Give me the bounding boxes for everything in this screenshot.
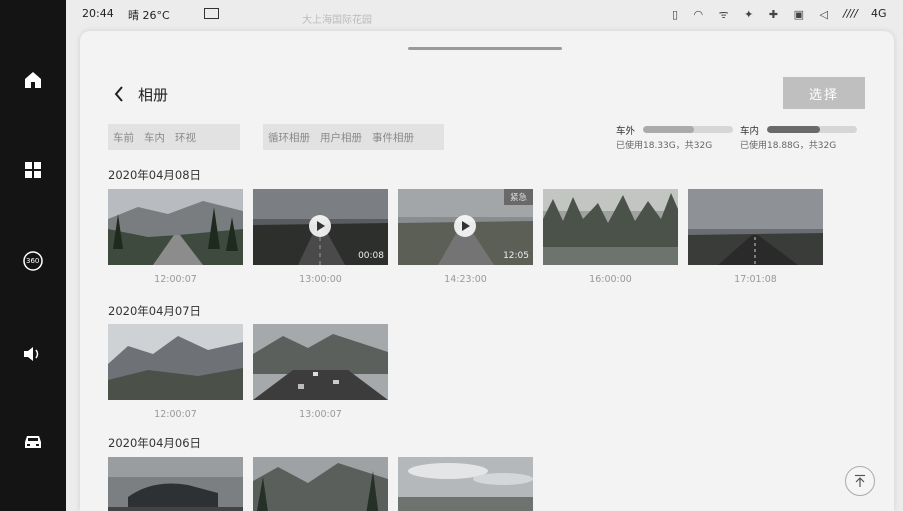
side-dock: 360	[0, 0, 66, 511]
photo-thumbnail[interactable]	[253, 324, 388, 400]
tab-surround-camera[interactable]: 环视	[170, 130, 201, 145]
video-duration: 00:08	[358, 251, 384, 261]
thumbnail-time: 16:00:00	[589, 274, 632, 285]
back-icon[interactable]	[110, 83, 130, 105]
thumbnail-time: 14:23:00	[444, 274, 487, 285]
storage-bar-fill	[767, 126, 821, 133]
play-icon[interactable]	[454, 215, 476, 237]
photo-thumbnail[interactable]	[108, 457, 243, 511]
tab-loop-album[interactable]: 循环相册	[263, 130, 315, 145]
section-date: 2020年04月06日	[108, 436, 202, 450]
status-bar: 20:44 晴 26°C 大上海国际花园 ▯ ◠ ᯤ ✦ ✚ ▣ ◁ //// …	[66, 0, 903, 30]
emergency-badge: 紧急	[503, 189, 533, 205]
thumbnail-time: 17:01:08	[734, 274, 777, 285]
storage-text: 已使用18.33G，共32G	[616, 141, 713, 151]
camera-tabs: 车前 车内 环视	[108, 124, 240, 150]
thumbnail-time: 12:00:07	[154, 409, 197, 420]
storage-bar	[767, 126, 857, 133]
storage-bar	[643, 126, 733, 133]
section-date: 2020年04月08日	[108, 168, 202, 182]
photo-thumbnail[interactable]	[398, 457, 533, 511]
apps-grid-icon[interactable]	[15, 152, 51, 188]
tab-user-album[interactable]: 用户相册	[315, 130, 367, 145]
page-title: 相册	[138, 86, 169, 104]
camera-360-icon[interactable]: 360	[15, 243, 51, 279]
thumbnail-time: 13:00:00	[299, 274, 342, 285]
car-icon[interactable]	[15, 424, 51, 460]
select-button[interactable]: 选择	[783, 77, 865, 109]
clock: 20:44	[82, 7, 114, 20]
tab-interior-camera[interactable]: 车内	[139, 130, 170, 145]
photo-thumbnail[interactable]	[688, 189, 823, 265]
thumbnail-time: 12:00:07	[154, 274, 197, 285]
album-sheet: 相册 选择 车前 车内 环视 循环相册 用户相册 事件相册 车外 已使用18.3…	[80, 31, 894, 511]
storage-label: 车内	[740, 126, 760, 137]
storage-label: 车外	[616, 126, 636, 137]
message-icon[interactable]	[204, 8, 219, 19]
video-thumbnail[interactable]: 00:08	[253, 189, 388, 265]
thumbnail-time: 13:00:07	[299, 409, 342, 420]
tab-event-album[interactable]: 事件相册	[367, 130, 419, 145]
home-icon[interactable]	[15, 62, 51, 98]
map-label: 大上海国际花园	[302, 15, 372, 26]
signal-bars-icon: ////	[843, 7, 858, 20]
status-icons: ▯ ◠ ᯤ ✦ ✚ ▣ ◁	[672, 8, 834, 21]
play-icon[interactable]	[309, 215, 331, 237]
album-tabs: 循环相册 用户相册 事件相册	[263, 124, 444, 150]
photo-thumbnail[interactable]	[253, 457, 388, 511]
network-label: 4G	[871, 7, 887, 20]
video-duration: 12:05	[503, 251, 529, 261]
storage-bar-fill	[643, 126, 695, 133]
volume-icon[interactable]	[15, 336, 51, 372]
camera-360-label: 360	[26, 257, 40, 265]
photo-thumbnail[interactable]	[108, 324, 243, 400]
section-date: 2020年04月07日	[108, 304, 202, 318]
video-thumbnail[interactable]: 紧急 12:05	[398, 189, 533, 265]
photo-thumbnail[interactable]	[108, 189, 243, 265]
weather: 晴 26°C	[128, 9, 170, 22]
photo-thumbnail[interactable]	[543, 189, 678, 265]
storage-text: 已使用18.88G，共32G	[740, 141, 837, 151]
arrow-up-icon	[855, 474, 865, 487]
drag-handle[interactable]	[408, 47, 562, 50]
tab-front-camera[interactable]: 车前	[108, 130, 139, 145]
scroll-to-top-button[interactable]	[845, 466, 875, 496]
